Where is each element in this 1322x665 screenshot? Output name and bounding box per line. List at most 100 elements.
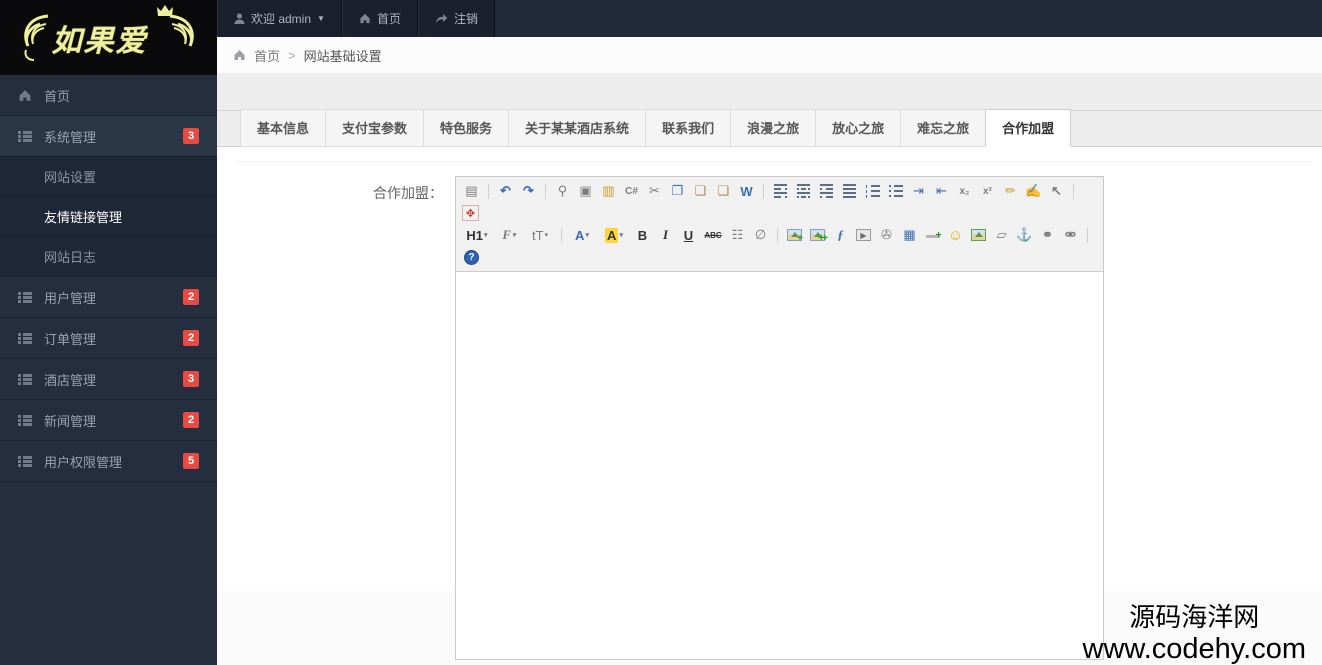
font-size-select-icon[interactable]: tT ▾ bbox=[526, 226, 554, 244]
user-menu[interactable]: 欢迎 admin ▼ bbox=[217, 0, 342, 37]
align-justify-icon[interactable] bbox=[840, 182, 859, 200]
insert-image-icon[interactable] bbox=[785, 226, 804, 244]
sidebar-item-order-mgmt[interactable]: 订单管理 2 bbox=[0, 318, 217, 359]
rich-text-editor: ▤ ↶ ↷ ⚲ ▣ ▥ C# ✂ ❐ ❏ ❑ W ⇥ ⇤ x₂ x² ✏ ✍ ↖… bbox=[455, 176, 1104, 660]
multi-image-icon[interactable] bbox=[808, 226, 827, 244]
clean-code-icon[interactable]: C# bbox=[622, 182, 641, 200]
sidebar-item-label: 首页 bbox=[44, 88, 71, 104]
paste-icon[interactable]: ❏ bbox=[691, 182, 710, 200]
strikethrough-icon[interactable]: ABC bbox=[702, 226, 724, 244]
superscript-icon[interactable]: x² bbox=[978, 182, 997, 200]
fullscreen-icon[interactable]: ✥ bbox=[462, 205, 479, 221]
badge: 2 bbox=[183, 412, 199, 428]
breadcrumb-separator-icon: > bbox=[288, 47, 296, 63]
paste-as-text-icon[interactable]: ❑ bbox=[714, 182, 733, 200]
help-icon[interactable]: ? bbox=[462, 248, 481, 266]
tab-cooperation[interactable]: 合作加盟 bbox=[985, 109, 1072, 147]
align-left-icon[interactable] bbox=[771, 182, 790, 200]
select-pointer-icon[interactable]: ↖ bbox=[1047, 182, 1066, 200]
media-icon[interactable]: ▶ bbox=[854, 226, 873, 244]
sidebar-item-news-mgmt[interactable]: 新闻管理 2 bbox=[0, 400, 217, 441]
subscript-icon[interactable]: x₂ bbox=[955, 182, 974, 200]
horizontal-rule-icon[interactable] bbox=[923, 226, 942, 244]
topbar-home-link[interactable]: 首页 bbox=[341, 0, 418, 37]
sidebar-item-home[interactable]: 首页 bbox=[0, 75, 217, 116]
editor-body[interactable] bbox=[456, 272, 1103, 659]
align-right-icon[interactable] bbox=[817, 182, 836, 200]
badge: 3 bbox=[183, 371, 199, 387]
sidebar-subitem-site-logs[interactable]: 网站日志 bbox=[0, 237, 217, 277]
tab-basic-info[interactable]: 基本信息 bbox=[240, 109, 327, 147]
form-row: 合作加盟： ▤ ↶ ↷ ⚲ ▣ ▥ C# ✂ ❐ ❏ ❑ W ⇥ ⇤ x₂ x²… bbox=[217, 148, 1322, 660]
emoticon-icon[interactable]: ☺ bbox=[946, 226, 965, 244]
copy-icon[interactable]: ❐ bbox=[668, 182, 687, 200]
sidebar-item-user-mgmt[interactable]: 用户管理 2 bbox=[0, 277, 217, 318]
breadcrumb-current: 网站基础设置 bbox=[303, 48, 382, 64]
anchor-icon[interactable]: ⚓ bbox=[1015, 226, 1034, 244]
page-break-icon[interactable]: ▱ bbox=[992, 226, 1011, 244]
select-all-icon[interactable]: ▥ bbox=[599, 182, 618, 200]
cut-icon[interactable]: ✂ bbox=[645, 182, 664, 200]
underline-icon[interactable]: U bbox=[679, 226, 698, 244]
unordered-list-icon[interactable] bbox=[886, 182, 905, 200]
align-center-icon[interactable] bbox=[794, 182, 813, 200]
sidebar-subitem-label: 友情链接管理 bbox=[44, 210, 123, 225]
field-label: 合作加盟： bbox=[373, 185, 443, 201]
table-icon[interactable]: ▦ bbox=[900, 226, 919, 244]
breadcrumb-home[interactable]: 首页 bbox=[254, 46, 280, 65]
highlight-color-icon[interactable]: A ▾ bbox=[599, 226, 629, 244]
text-color-icon[interactable]: A ▾ bbox=[569, 226, 595, 244]
print-icon[interactable]: ▣ bbox=[576, 182, 595, 200]
topbar-nav: 欢迎 admin ▼ 首页 注销 bbox=[217, 0, 495, 37]
quick-format-icon[interactable]: ✍ bbox=[1024, 182, 1043, 200]
format-brush-icon[interactable]: ✏ bbox=[1001, 182, 1020, 200]
undo-icon[interactable]: ↶ bbox=[496, 182, 515, 200]
remove-format-icon[interactable]: ∅ bbox=[751, 226, 770, 244]
badge: 3 bbox=[183, 128, 199, 144]
sidebar-item-permission-mgmt[interactable]: 用户权限管理 5 bbox=[0, 441, 217, 482]
sidebar-subitem-site-settings[interactable]: 网站设置 bbox=[0, 157, 217, 197]
tab-contact-us[interactable]: 联系我们 bbox=[645, 109, 732, 147]
sidebar-item-hotel-mgmt[interactable]: 酒店管理 3 bbox=[0, 359, 217, 400]
logout-link[interactable]: 注销 bbox=[417, 0, 495, 37]
line-height-icon[interactable]: ☷ bbox=[728, 226, 747, 244]
album-image-icon[interactable] bbox=[969, 226, 988, 244]
flash-icon[interactable]: ƒ bbox=[831, 226, 850, 244]
topbar: 欢迎 admin ▼ 首页 注销 bbox=[217, 0, 1322, 37]
ordered-list-icon[interactable] bbox=[863, 182, 882, 200]
paste-from-word-icon[interactable]: W bbox=[737, 182, 756, 200]
heading-select-icon[interactable]: H1 ▾ bbox=[462, 226, 492, 244]
tabstrip: 基本信息 支付宝参数 特色服务 关于某某酒店系统 联系我们 浪漫之旅 放心之旅 … bbox=[217, 109, 1322, 147]
view-source-icon[interactable]: ▤ bbox=[462, 182, 481, 200]
link-icon[interactable]: ⚭ bbox=[1038, 226, 1057, 244]
th-list-icon bbox=[18, 414, 44, 426]
toolbar-separator bbox=[545, 183, 546, 199]
watermark: 源码海洋网 www.codehy.com bbox=[1083, 603, 1307, 665]
redo-icon[interactable]: ↷ bbox=[519, 182, 538, 200]
sidebar-item-system-mgmt[interactable]: 系统管理 3 bbox=[0, 116, 217, 157]
sidebar-item-label: 订单管理 bbox=[44, 331, 97, 347]
tab-about-hotel-system[interactable]: 关于某某酒店系统 bbox=[508, 109, 647, 147]
attachment-icon[interactable]: ✇ bbox=[877, 226, 896, 244]
tab-memorable-trip[interactable]: 难忘之旅 bbox=[900, 109, 987, 147]
font-family-select-icon[interactable]: F ▾ bbox=[496, 226, 522, 244]
sidebar-submenu: 网站设置 友情链接管理 网站日志 bbox=[0, 157, 217, 277]
logo[interactable]: 如果爱 bbox=[0, 0, 217, 75]
sidebar-item-label: 酒店管理 bbox=[44, 372, 97, 388]
italic-icon[interactable]: I bbox=[656, 226, 675, 244]
home-icon bbox=[18, 89, 44, 102]
outdent-icon[interactable]: ⇤ bbox=[932, 182, 951, 200]
unlink-icon[interactable]: ⚮ bbox=[1061, 226, 1080, 244]
form-divider bbox=[237, 161, 1312, 162]
user-icon bbox=[234, 12, 245, 25]
indent-icon[interactable]: ⇥ bbox=[909, 182, 928, 200]
preview-icon[interactable]: ⚲ bbox=[553, 182, 572, 200]
tab-alipay-params[interactable]: 支付宝参数 bbox=[325, 109, 425, 147]
tab-romantic-trip[interactable]: 浪漫之旅 bbox=[730, 109, 817, 147]
sidebar: 如果爱 首页 系统管理 3 网站设置 友情链接管理 网站日志 用户管理 2 订单… bbox=[0, 0, 217, 665]
tab-reassuring-trip[interactable]: 放心之旅 bbox=[815, 109, 902, 147]
sidebar-subitem-friend-links[interactable]: 友情链接管理 bbox=[0, 197, 217, 237]
breadcrumb: 首页 > 网站基础设置 bbox=[217, 37, 1322, 73]
tab-featured-services[interactable]: 特色服务 bbox=[423, 109, 510, 147]
bold-icon[interactable]: B bbox=[633, 226, 652, 244]
